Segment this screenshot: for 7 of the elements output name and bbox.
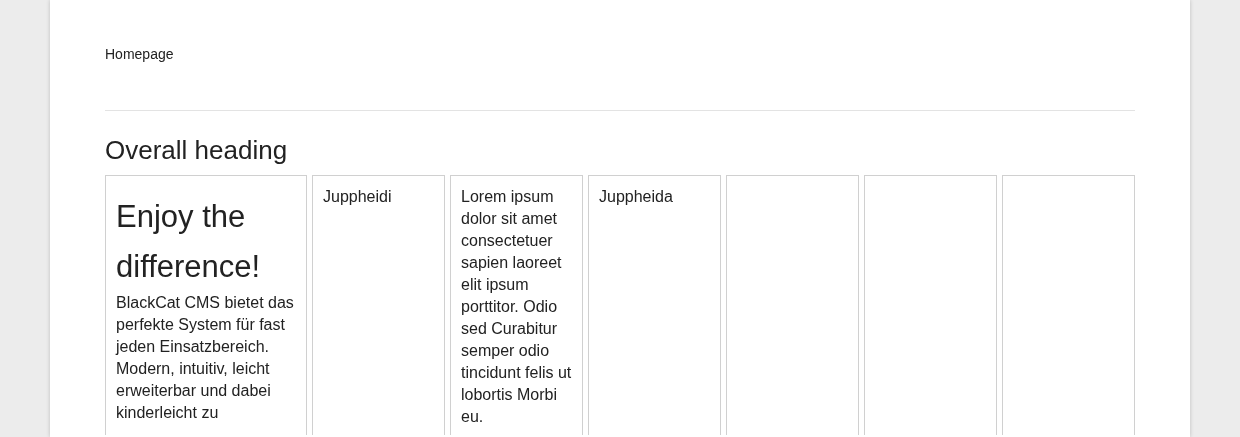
column-text: BlackCat CMS bietet das perfekte System für fast jeden Einsatzbereich. Modern, intuitiv, leicht erweiterbar und dabei kinderleicht zu [116,293,295,423]
column-title: Enjoy the difference! [116,198,262,286]
column-text: Lorem ipsum dolor sit amet consectetuer sapien laoreet elit ipsum porttitor. Odio sed Curabitur semper odio tincidunt felis ut lobortis Morbi eu. [461,187,572,427]
section-heading: Overall heading [105,134,288,167]
column-text: Juppheida [599,187,674,207]
column-text: Juppheidi [323,187,393,207]
breadcrumb-link[interactable]: Homepage [105,44,174,64]
